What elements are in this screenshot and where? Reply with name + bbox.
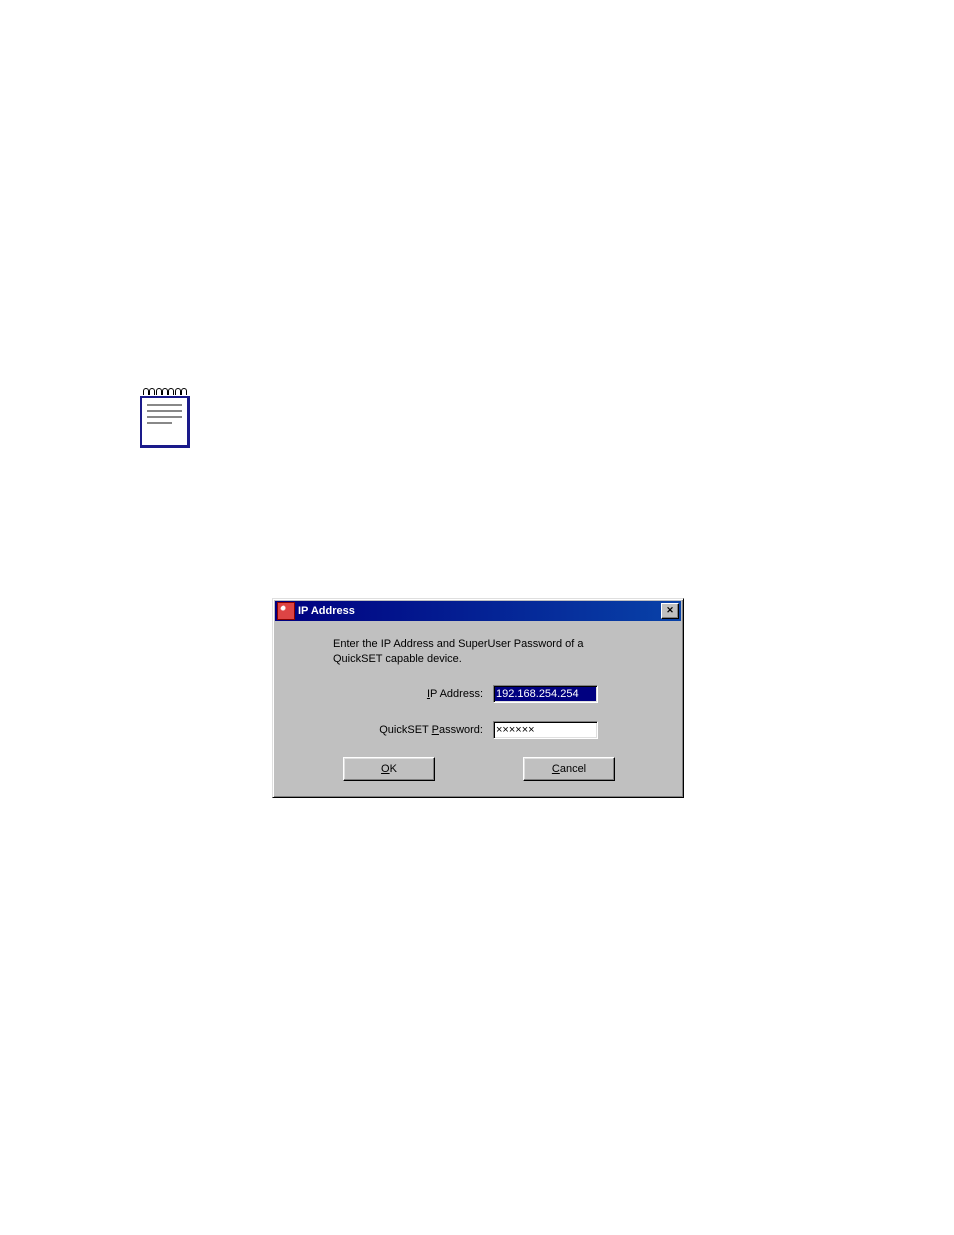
password-row: QuickSET Password:: [293, 721, 663, 739]
ok-button[interactable]: OK: [343, 757, 435, 781]
ip-address-input[interactable]: [493, 685, 598, 703]
password-label: QuickSET Password:: [343, 724, 493, 736]
app-icon: [277, 602, 295, 620]
notepad-icon: [140, 388, 190, 452]
dialog-body: Enter the IP Address and SuperUser Passw…: [273, 623, 683, 797]
close-icon[interactable]: ✕: [661, 603, 679, 619]
dialog-title: IP Address: [298, 605, 661, 617]
dialog-instruction: Enter the IP Address and SuperUser Passw…: [333, 637, 633, 667]
ip-address-row: IP Address:: [293, 685, 663, 703]
dialog-button-row: OK Cancel: [293, 757, 663, 781]
dialog-titlebar[interactable]: IP Address ✕: [275, 601, 681, 621]
cancel-button[interactable]: Cancel: [523, 757, 615, 781]
ip-address-dialog: IP Address ✕ Enter the IP Address and Su…: [272, 598, 684, 798]
password-input[interactable]: [493, 721, 598, 739]
ip-address-label: IP Address:: [343, 688, 493, 700]
